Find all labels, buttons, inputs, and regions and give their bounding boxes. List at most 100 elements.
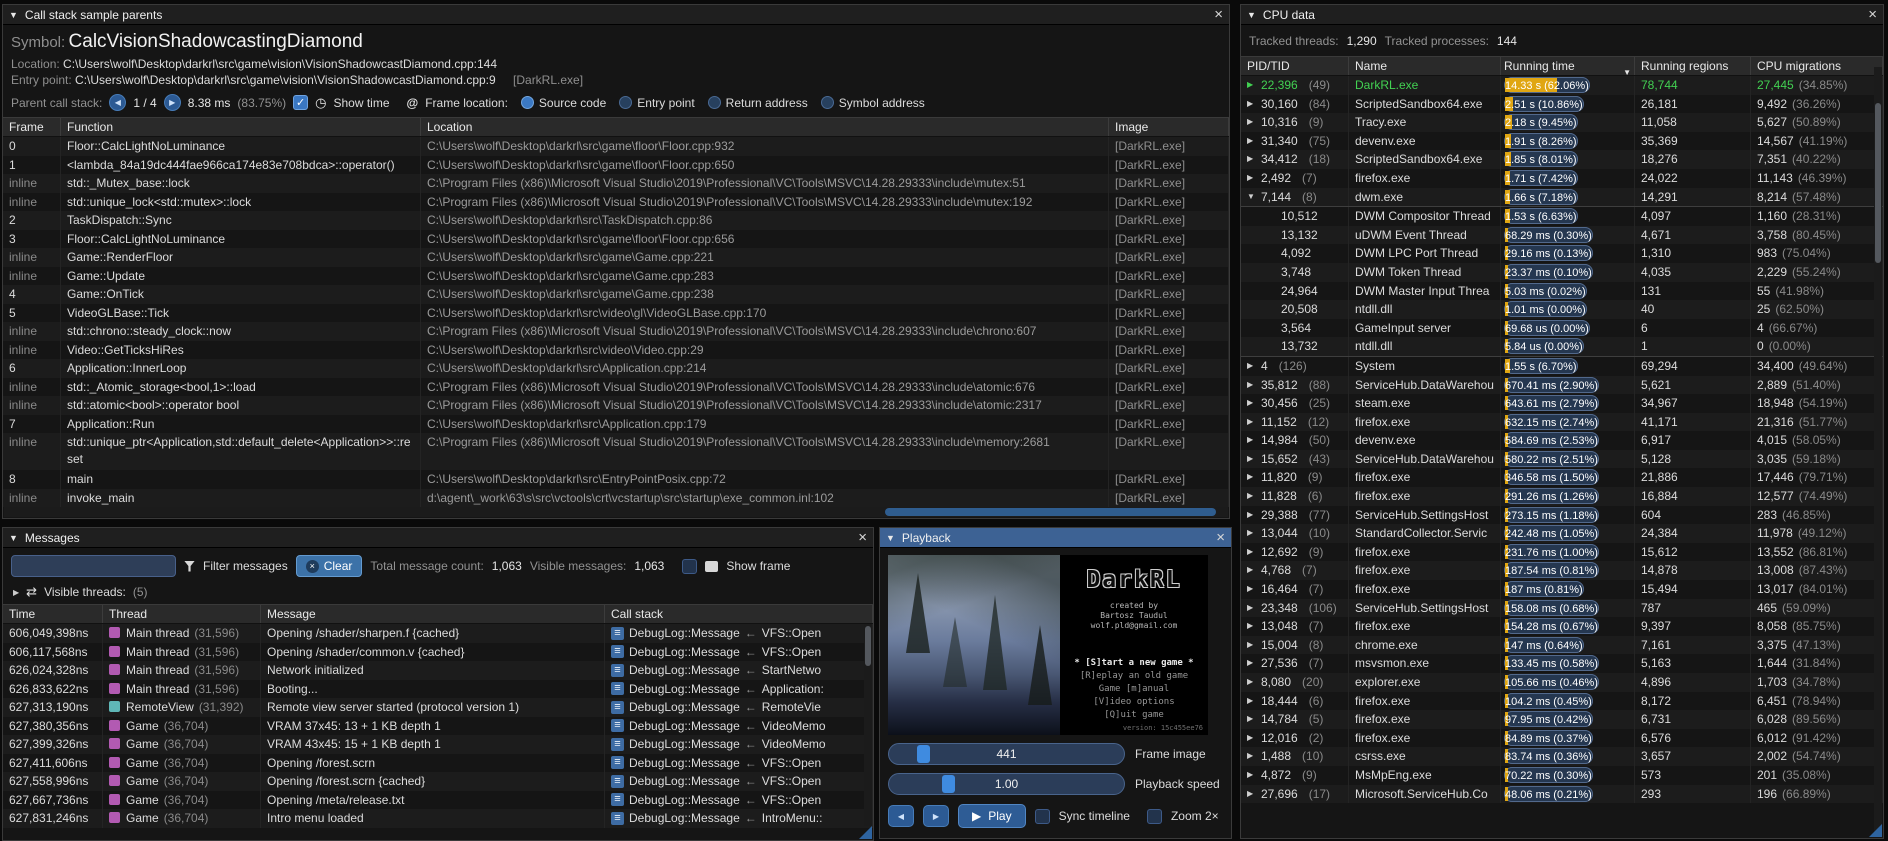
message-row[interactable]: 626,833,622ns Main thread(31,596) Bootin… bbox=[3, 680, 873, 699]
filter-input[interactable] bbox=[11, 555, 176, 577]
column-pid-tid[interactable]: PID/TID bbox=[1241, 57, 1349, 75]
process-row[interactable]: ▶30,456(25) steam.exe 643.61 ms (2.79%) … bbox=[1241, 394, 1883, 413]
message-callstack-link[interactable]: ≡DebugLog::Message←VideoMemo bbox=[605, 717, 873, 736]
collapse-icon[interactable]: ▼ bbox=[9, 533, 18, 543]
playback-speed-slider[interactable]: 1.00 bbox=[888, 773, 1125, 795]
message-row[interactable]: 627,667,736ns Game(36,704) Opening /meta… bbox=[3, 791, 873, 810]
process-row[interactable]: 20,508 ntdll.dll 1.01 ms (0.00%) 40 25(6… bbox=[1241, 300, 1883, 319]
process-row[interactable]: ▶2,492(7) firefox.exe 1.71 s (7.42%) 24,… bbox=[1241, 169, 1883, 188]
message-row[interactable]: 627,411,606ns Game(36,704) Opening /fore… bbox=[3, 754, 873, 773]
message-row[interactable]: 627,380,356ns Game(36,704) VRAM 37x45: 1… bbox=[3, 717, 873, 736]
column-running-time[interactable]: Running time▼ bbox=[1501, 57, 1635, 75]
callstack-row[interactable]: 8 main C:\Users\wolf\Desktop\darkrl\src\… bbox=[3, 470, 1229, 489]
show-time-checkbox[interactable]: ✓ bbox=[293, 95, 308, 110]
callstack-row[interactable]: inline std::_Mutex_base::lock C:\Program… bbox=[3, 174, 1229, 193]
message-row[interactable]: 627,399,326ns Game(36,704) VRAM 43x45: 1… bbox=[3, 735, 873, 754]
next-frame-button[interactable]: ▶ bbox=[923, 805, 949, 827]
callstack-row[interactable]: inline invoke_main d:\agent\_work\63\s\s… bbox=[3, 489, 1229, 508]
frame-location-radio[interactable]: Symbol address bbox=[821, 96, 925, 110]
frame-location-radio[interactable]: Source code bbox=[521, 96, 606, 110]
resize-grip[interactable] bbox=[859, 826, 872, 839]
callstack-row[interactable]: inline Game::Update C:\Users\wolf\Deskto… bbox=[3, 267, 1229, 286]
process-row[interactable]: ▶11,828(6) firefox.exe 291.26 ms (1.26%)… bbox=[1241, 487, 1883, 506]
frame-image-slider[interactable]: 441 bbox=[888, 743, 1125, 765]
process-row[interactable]: ▶31,340(75) devenv.exe 1.91 s (8.26%) 35… bbox=[1241, 132, 1883, 151]
callstack-row[interactable]: 6 Application::InnerLoop C:\Users\wolf\D… bbox=[3, 359, 1229, 378]
close-icon[interactable]: × bbox=[1216, 531, 1225, 545]
callstack-row[interactable]: 3 Floor::CalcLightNoLuminance C:\Users\w… bbox=[3, 230, 1229, 249]
process-row[interactable]: ▶8,080(20) explorer.exe 105.66 ms (0.46%… bbox=[1241, 673, 1883, 692]
message-row[interactable]: 627,831,246ns Game(36,704) Intro menu lo… bbox=[3, 809, 873, 828]
process-row[interactable]: 24,964 DWM Master Input Threa 5.03 ms (0… bbox=[1241, 282, 1883, 301]
frame-location-radio[interactable]: Return address bbox=[708, 96, 808, 110]
process-row[interactable]: ▶27,536(7) msvsmon.exe 133.45 ms (0.58%)… bbox=[1241, 654, 1883, 673]
process-row[interactable]: ▶4,872(9) MsMpEng.exe 70.22 ms (0.30%) 5… bbox=[1241, 766, 1883, 785]
process-row[interactable]: 10,512 DWM Compositor Thread 1.53 s (6.6… bbox=[1241, 206, 1883, 226]
process-row[interactable]: ▶4,768(7) firefox.exe 187.54 ms (0.81%) … bbox=[1241, 561, 1883, 580]
close-icon[interactable]: × bbox=[858, 531, 867, 545]
callstack-row[interactable]: inline Video::GetTicksHiRes C:\Users\wol… bbox=[3, 341, 1229, 360]
message-row[interactable]: 606,049,398ns Main thread(31,596) Openin… bbox=[3, 624, 873, 643]
message-callstack-link[interactable]: ≡DebugLog::Message←StartNetwo bbox=[605, 661, 873, 680]
process-row[interactable]: ▶13,044(10) StandardCollector.Servic 242… bbox=[1241, 524, 1883, 543]
process-row[interactable]: ▶11,820(9) firefox.exe 346.58 ms (1.50%)… bbox=[1241, 468, 1883, 487]
process-row[interactable]: ▶14,784(5) firefox.exe 97.95 ms (0.42%) … bbox=[1241, 710, 1883, 729]
clear-button[interactable]: × Clear bbox=[296, 555, 363, 577]
column-running-regions[interactable]: Running regions bbox=[1635, 57, 1751, 75]
zoom-2x-checkbox[interactable] bbox=[1147, 809, 1162, 824]
process-row[interactable]: ▶27,696(17) Microsoft.ServiceHub.Co 48.0… bbox=[1241, 785, 1883, 804]
prev-callstack-button[interactable]: ◀ bbox=[109, 94, 126, 111]
close-icon[interactable]: × bbox=[1868, 8, 1877, 22]
message-callstack-link[interactable]: ≡DebugLog::Message←VFS::Open bbox=[605, 772, 873, 791]
process-row[interactable]: ▶29,388(77) ServiceHub.SettingsHost 273.… bbox=[1241, 506, 1883, 525]
process-row[interactable]: ▶23,348(106) ServiceHub.SettingsHost 158… bbox=[1241, 599, 1883, 618]
message-callstack-link[interactable]: ≡DebugLog::Message←RemoteVie bbox=[605, 698, 873, 717]
process-row[interactable]: ▶35,812(88) ServiceHub.DataWarehou 670.4… bbox=[1241, 376, 1883, 395]
process-row[interactable]: ▶11,152(12) firefox.exe 632.15 ms (2.74%… bbox=[1241, 413, 1883, 432]
message-callstack-link[interactable]: ≡DebugLog::Message←VFS::Open bbox=[605, 643, 873, 662]
message-row[interactable]: 627,313,190ns RemoteView(31,392) Remote … bbox=[3, 698, 873, 717]
process-row[interactable]: 3,564 GameInput server 69.68 us (0.00%) … bbox=[1241, 319, 1883, 338]
process-row[interactable]: ▶1,488(10) csrss.exe 83.74 ms (0.36%) 3,… bbox=[1241, 747, 1883, 766]
message-callstack-link[interactable]: ≡DebugLog::Message←IntroMenu:: bbox=[605, 809, 873, 828]
process-row[interactable]: 4,092 DWM LPC Port Thread 29.16 ms (0.13… bbox=[1241, 244, 1883, 263]
process-row[interactable]: 13,132 uDWM Event Thread 68.29 ms (0.30%… bbox=[1241, 226, 1883, 245]
column-name[interactable]: Name bbox=[1349, 57, 1501, 75]
callstack-row[interactable]: 7 Application::Run C:\Users\wolf\Desktop… bbox=[3, 415, 1229, 434]
vertical-scrollbar[interactable] bbox=[1874, 67, 1882, 836]
process-row[interactable]: ▶22,396(49) DarkRL.exe 14.33 s (62.06%) … bbox=[1241, 76, 1883, 95]
process-row[interactable]: ▶14,984(50) devenv.exe 584.69 ms (2.53%)… bbox=[1241, 431, 1883, 450]
resize-grip[interactable] bbox=[1869, 824, 1882, 837]
column-cpu-migrations[interactable]: CPU migrations bbox=[1751, 57, 1883, 75]
play-button[interactable]: ▶ Play bbox=[958, 804, 1026, 828]
process-row[interactable]: ▶15,652(43) ServiceHub.DataWarehou 580.2… bbox=[1241, 450, 1883, 469]
callstack-row[interactable]: inline std::_Atomic_storage<bool,1>::loa… bbox=[3, 378, 1229, 397]
sync-timeline-checkbox[interactable] bbox=[1035, 809, 1050, 824]
slider-handle[interactable] bbox=[942, 775, 955, 793]
slider-handle[interactable] bbox=[917, 745, 930, 763]
callstack-row[interactable]: 0 Floor::CalcLightNoLuminance C:\Users\w… bbox=[3, 137, 1229, 156]
callstack-row[interactable]: inline std::chrono::steady_clock::now C:… bbox=[3, 322, 1229, 341]
show-frame-checkbox[interactable] bbox=[682, 559, 697, 574]
process-row[interactable]: 13,732 ntdll.dll 5.84 us (0.00%) 1 0(0.0… bbox=[1241, 337, 1883, 356]
frame-location-radio[interactable]: Entry point bbox=[619, 96, 694, 110]
callstack-row[interactable]: 1 <lambda_84a19dc444fae966ca174e83e708bd… bbox=[3, 156, 1229, 175]
expand-threads-icon[interactable]: ▶ bbox=[13, 588, 19, 597]
process-row[interactable]: ▶15,004(8) chrome.exe 147 ms (0.64%) 7,1… bbox=[1241, 636, 1883, 655]
message-callstack-link[interactable]: ≡DebugLog::Message←VFS::Open bbox=[605, 624, 873, 643]
process-row[interactable]: ▶12,016(2) firefox.exe 84.89 ms (0.37%) … bbox=[1241, 729, 1883, 748]
process-row[interactable]: ▶13,048(7) firefox.exe 154.28 ms (0.67%)… bbox=[1241, 617, 1883, 636]
close-icon[interactable]: × bbox=[1214, 8, 1223, 22]
message-row[interactable]: 626,024,328ns Main thread(31,596) Networ… bbox=[3, 661, 873, 680]
callstack-row[interactable]: inline std::unique_ptr<Application,std::… bbox=[3, 433, 1229, 470]
process-row[interactable]: ▼7,144(8) dwm.exe 1.66 s (7.18%) 14,291 … bbox=[1241, 188, 1883, 207]
process-row[interactable]: ▶30,160(84) ScriptedSandbox64.exe 2.51 s… bbox=[1241, 95, 1883, 114]
process-row[interactable]: ▶16,464(7) firefox.exe 187 ms (0.81%) 15… bbox=[1241, 580, 1883, 599]
callstack-row[interactable]: 2 TaskDispatch::Sync C:\Users\wolf\Deskt… bbox=[3, 211, 1229, 230]
message-callstack-link[interactable]: ≡DebugLog::Message←Application: bbox=[605, 680, 873, 699]
vertical-scrollbar[interactable] bbox=[864, 624, 872, 826]
horizontal-scrollbar[interactable] bbox=[4, 507, 1228, 517]
process-row[interactable]: ▶10,316(9) Tracy.exe 2.18 s (9.45%) 11,0… bbox=[1241, 113, 1883, 132]
collapse-icon[interactable]: ▼ bbox=[1247, 10, 1256, 20]
prev-frame-button[interactable]: ◀ bbox=[888, 805, 914, 827]
